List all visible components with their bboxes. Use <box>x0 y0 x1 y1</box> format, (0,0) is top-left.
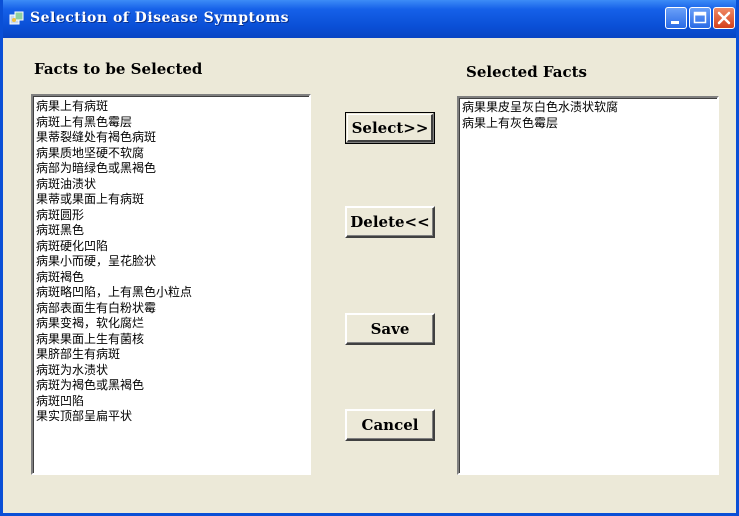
app-icon[interactable] <box>9 10 25 26</box>
available-fact-item[interactable]: 病果质地坚硬不软腐 <box>33 146 309 162</box>
minimize-button[interactable] <box>665 7 687 29</box>
available-fact-item[interactable]: 果脐部生有病斑 <box>33 347 309 363</box>
window-title: Selection of Disease Symptoms <box>30 10 290 26</box>
available-fact-item[interactable]: 病斑上有黑色霉层 <box>33 115 309 131</box>
delete-button-label: Delete<< <box>350 213 430 231</box>
selected-fact-item[interactable]: 病果果皮呈灰白色水渍状软腐 <box>459 100 717 116</box>
minimize-icon <box>671 21 679 24</box>
available-fact-item[interactable]: 果蒂或果面上有病斑 <box>33 192 309 208</box>
available-fact-item[interactable]: 病斑圆形 <box>33 208 309 224</box>
available-fact-item[interactable]: 病斑为水渍状 <box>33 363 309 379</box>
symptom-selection-window: Selection of Disease Symptoms Facts to b… <box>0 0 739 516</box>
available-fact-item[interactable]: 病果小而硬，呈花脸状 <box>33 254 309 270</box>
select-button[interactable]: Select>> <box>345 112 435 144</box>
available-fact-item[interactable]: 病斑硬化凹陷 <box>33 239 309 255</box>
delete-button[interactable]: Delete<< <box>345 206 435 238</box>
available-fact-item[interactable]: 病果果面上生有菌核 <box>33 332 309 348</box>
available-fact-item[interactable]: 病斑略凹陷，上有黑色小粒点 <box>33 285 309 301</box>
available-fact-item[interactable]: 病斑黑色 <box>33 223 309 239</box>
available-fact-item[interactable]: 病部表面生有白粉状霉 <box>33 301 309 317</box>
select-button-label: Select>> <box>351 119 429 137</box>
available-fact-item[interactable]: 果实顶部呈扁平状 <box>33 409 309 425</box>
close-icon <box>717 11 731 25</box>
maximize-button[interactable] <box>689 7 711 29</box>
available-fact-item[interactable]: 果蒂裂缝处有褐色病斑 <box>33 130 309 146</box>
save-button-label: Save <box>370 320 410 338</box>
selected-facts-listbox[interactable]: 病果果皮呈灰白色水渍状软腐 病果上有灰色霉层 <box>457 96 719 475</box>
close-button[interactable] <box>713 7 735 29</box>
selected-fact-item[interactable]: 病果上有灰色霉层 <box>459 116 717 132</box>
available-fact-item[interactable]: 病斑为褐色或黑褐色 <box>33 378 309 394</box>
maximize-icon <box>693 11 707 24</box>
selected-facts-label: Selected Facts <box>466 63 587 81</box>
available-fact-item[interactable]: 病部为暗绿色或黑褐色 <box>33 161 309 177</box>
cancel-button-label: Cancel <box>361 416 419 434</box>
cancel-button[interactable]: Cancel <box>345 409 435 441</box>
save-button[interactable]: Save <box>345 313 435 345</box>
available-fact-item[interactable]: 病斑凹陷 <box>33 394 309 410</box>
title-bar[interactable]: Selection of Disease Symptoms <box>3 0 736 38</box>
available-facts-listbox[interactable]: 病果上有病斑 病斑上有黑色霉层 果蒂裂缝处有褐色病斑 病果质地坚硬不软腐 病部为暗绿色或… <box>31 94 311 475</box>
available-fact-item[interactable]: 病斑褐色 <box>33 270 309 286</box>
available-fact-item[interactable]: 病斑油渍状 <box>33 177 309 193</box>
available-fact-item[interactable]: 病果变褐，软化腐烂 <box>33 316 309 332</box>
available-fact-item[interactable]: 病果上有病斑 <box>33 99 309 115</box>
facts-to-select-label: Facts to be Selected <box>34 60 203 78</box>
